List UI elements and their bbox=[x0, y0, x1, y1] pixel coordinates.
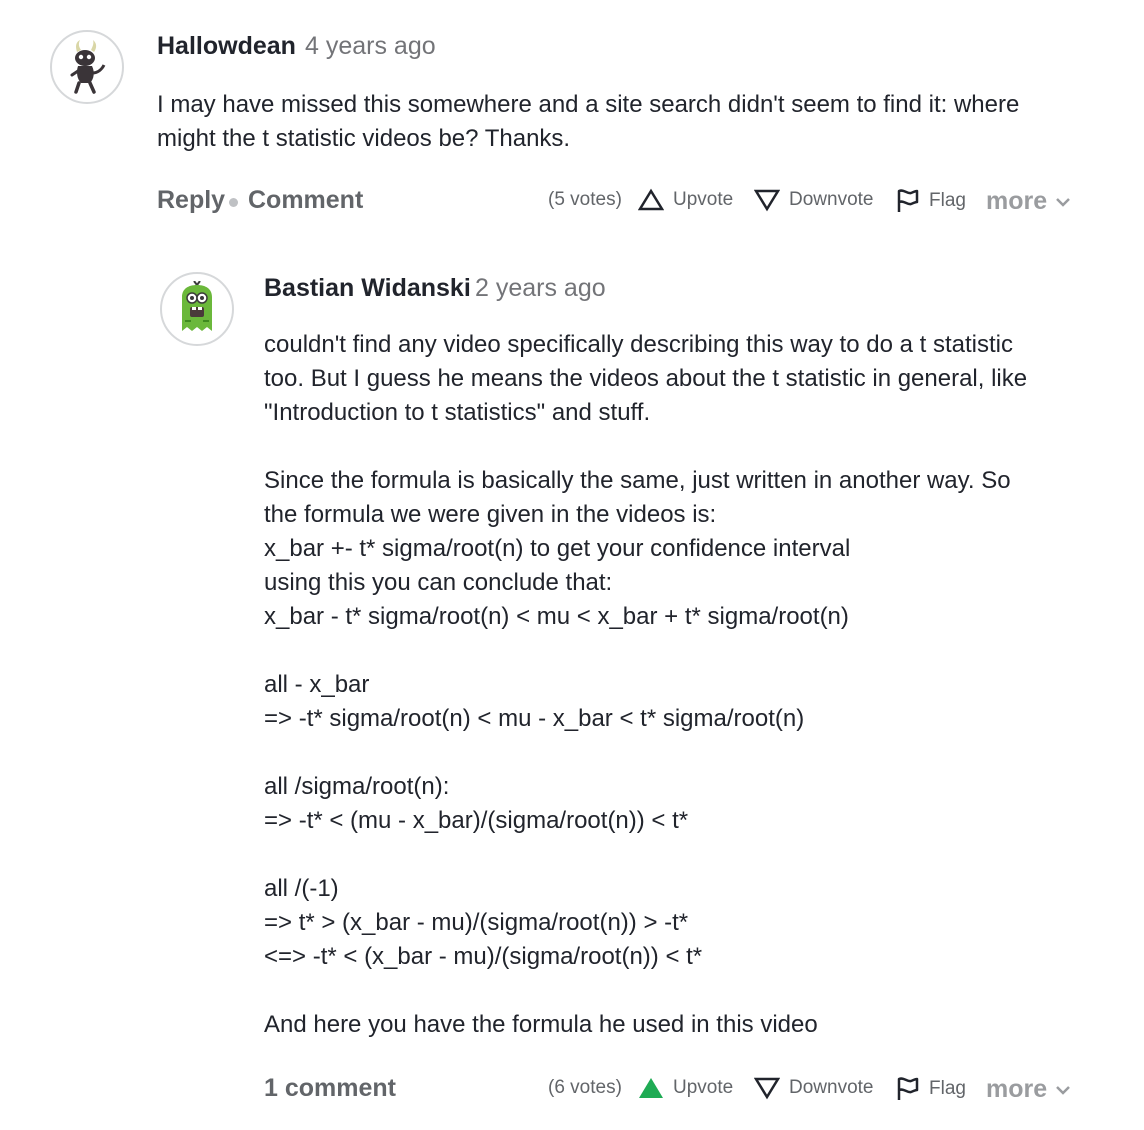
more-label: more bbox=[986, 1075, 1048, 1103]
comment-author[interactable]: Hallowdean bbox=[157, 32, 296, 61]
more-dropdown[interactable]: more bbox=[986, 1075, 1071, 1104]
reply-author[interactable]: Bastian Widanski bbox=[264, 274, 471, 303]
green-monster-avatar-icon bbox=[182, 281, 212, 331]
downvote-label: Downvote bbox=[789, 1077, 874, 1098]
reply-text: couldn't find any video specifically des… bbox=[264, 331, 1028, 1038]
user-avatar[interactable] bbox=[50, 30, 124, 104]
horned-creature-avatar-icon bbox=[70, 40, 106, 94]
flag-icon bbox=[897, 189, 919, 212]
downvote-label: Downvote bbox=[789, 189, 874, 210]
flag-label: Flag bbox=[929, 1078, 966, 1099]
downvote-button[interactable]: Downvote bbox=[754, 188, 874, 212]
chevron-down-icon bbox=[1056, 1085, 1071, 1095]
upvote-label: Upvote bbox=[673, 1077, 734, 1098]
comment-timestamp: 4 years ago bbox=[305, 32, 436, 60]
separator-dot bbox=[229, 198, 238, 207]
user-avatar[interactable] bbox=[160, 272, 234, 346]
comment-text: I may have missed this somewhere and a s… bbox=[157, 91, 1020, 152]
upvote-button[interactable]: Upvote bbox=[638, 1076, 733, 1100]
comments-link[interactable]: 1 comment bbox=[264, 1074, 396, 1103]
flag-icon bbox=[897, 1077, 919, 1100]
vote-count: (5 votes) bbox=[548, 189, 622, 210]
flag-button[interactable]: Flag bbox=[896, 1076, 966, 1102]
reply-link[interactable]: Reply bbox=[157, 186, 225, 215]
comment-link[interactable]: Comment bbox=[248, 186, 363, 215]
upvote-icon bbox=[639, 1078, 663, 1098]
downvote-button[interactable]: Downvote bbox=[754, 1076, 874, 1100]
flag-label: Flag bbox=[929, 190, 966, 211]
vote-count: (6 votes) bbox=[548, 1077, 622, 1098]
flag-button[interactable]: Flag bbox=[896, 188, 966, 214]
reply-timestamp: 2 years ago bbox=[475, 274, 606, 302]
upvote-button[interactable]: Upvote bbox=[638, 188, 733, 212]
more-label: more bbox=[986, 187, 1048, 215]
chevron-down-icon bbox=[1056, 197, 1071, 207]
upvote-label: Upvote bbox=[673, 189, 734, 210]
downvote-icon bbox=[754, 1077, 780, 1100]
more-dropdown[interactable]: more bbox=[986, 187, 1071, 216]
downvote-icon bbox=[754, 189, 780, 212]
upvote-icon bbox=[638, 188, 664, 211]
